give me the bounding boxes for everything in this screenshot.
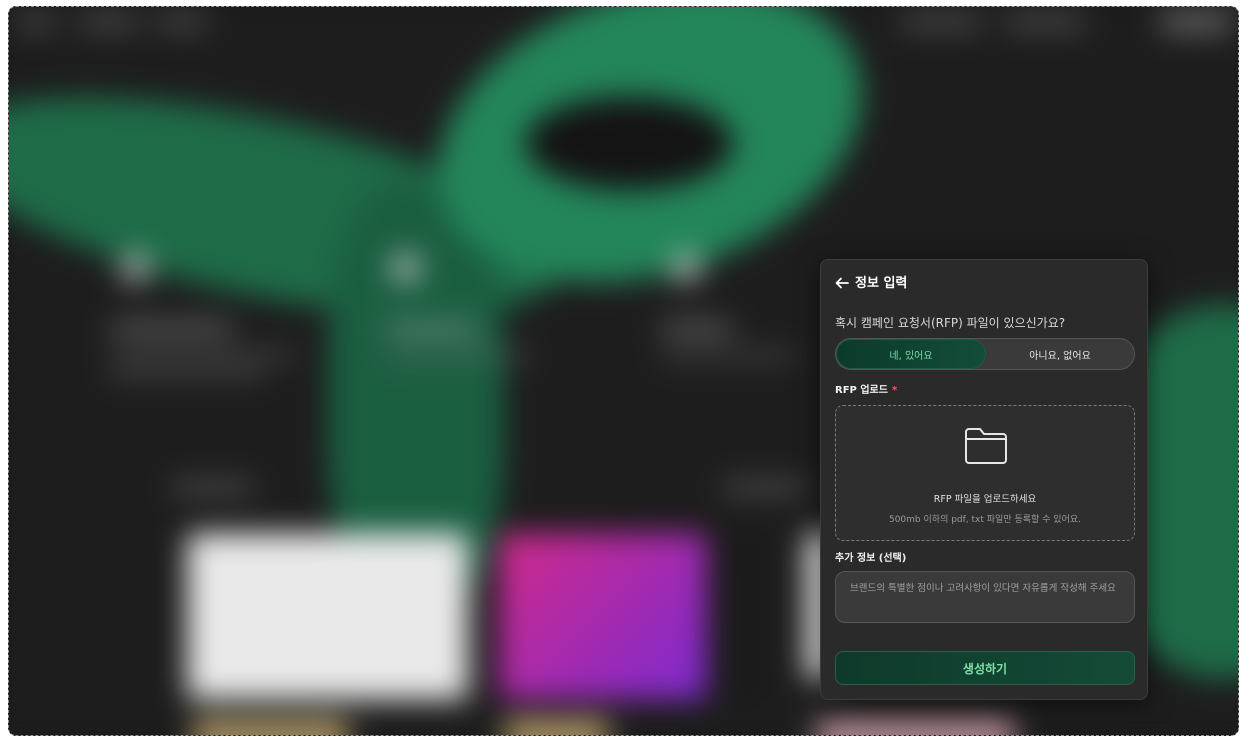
toggle-yes-button[interactable]: 네, 있어요 (836, 339, 986, 369)
dropzone-main-text: RFP 파일을 업로드하세요 (933, 494, 1037, 505)
rfp-dropzone[interactable]: RFP 파일을 업로드하세요 500mb 이하의 pdf, txt 파일만 등록… (835, 405, 1135, 541)
panel-title: 정보 입력 (855, 276, 908, 291)
rfp-toggle: 네, 있어요 아니요, 없어요 (835, 338, 1135, 370)
extra-info-label: 추가 정보 (선택) (835, 553, 907, 564)
arrow-left-icon[interactable] (835, 275, 849, 289)
app-frame: 정보 입력 혹시 캠페인 요청서(RFP) 파일이 있으신가요? 네, 있어요 … (8, 6, 1239, 736)
panel-header: 정보 입력 (835, 272, 907, 291)
rfp-upload-label-text: RFP 업로드 (835, 385, 888, 396)
generate-button[interactable]: 생성하기 (835, 651, 1135, 685)
extra-info-textarea[interactable]: 브랜드의 특별한 점이나 고려사항이 있다면 자유롭게 작성해 주세요 (835, 571, 1135, 623)
rfp-question: 혹시 캠페인 요청서(RFP) 파일이 있으신가요? (835, 316, 1066, 330)
rfp-upload-label: RFP 업로드 * (835, 381, 897, 396)
toggle-no-button[interactable]: 아니요, 없어요 (986, 339, 1134, 369)
required-mark: * (891, 385, 898, 396)
folder-icon (963, 426, 1009, 466)
dropzone-sub-text: 500mb 이하의 pdf, txt 파일만 등록할 수 있어요. (888, 515, 1082, 525)
info-input-panel: 정보 입력 혹시 캠페인 요청서(RFP) 파일이 있으신가요? 네, 있어요 … (820, 259, 1148, 700)
